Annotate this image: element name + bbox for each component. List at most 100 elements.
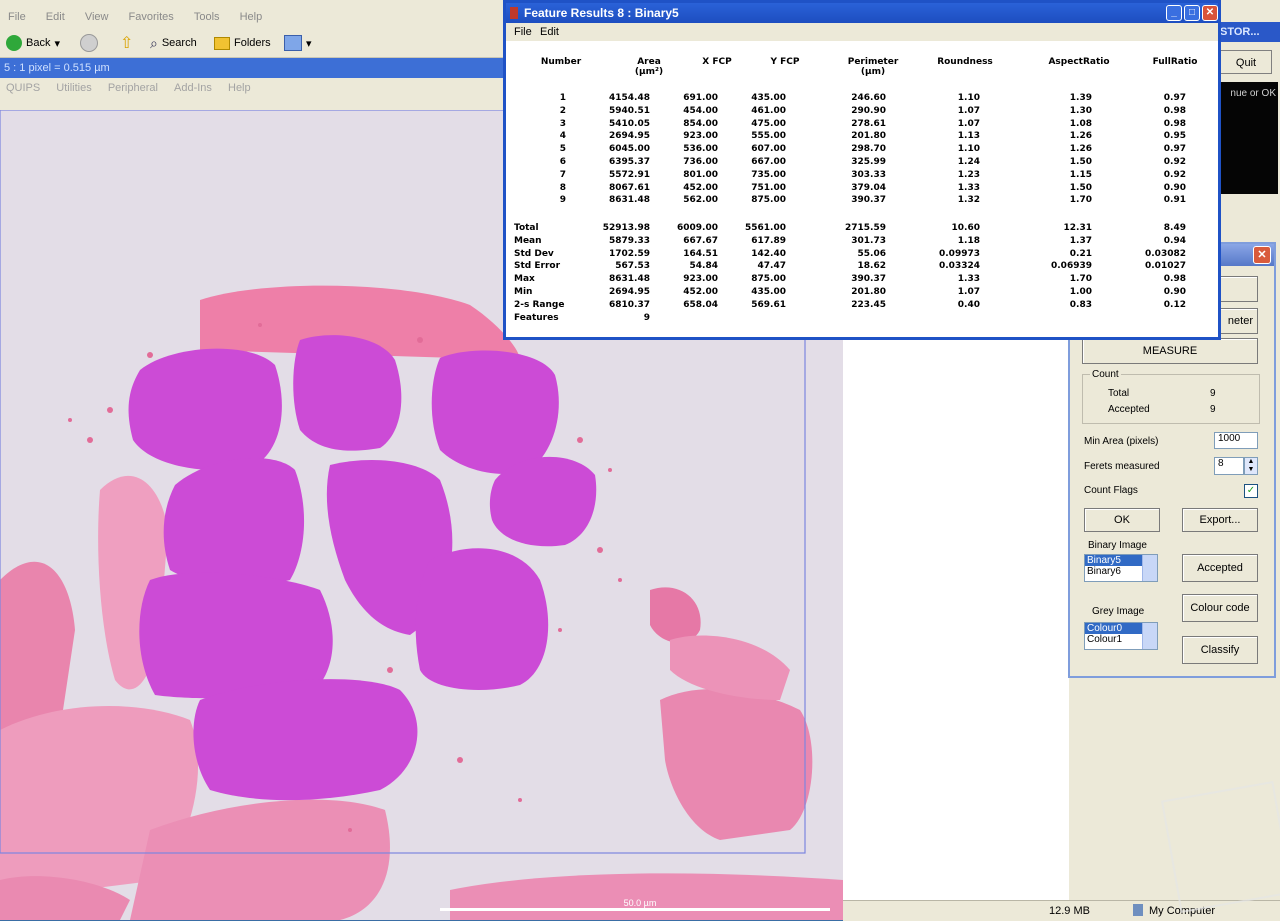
stat-cell: 8631.48 xyxy=(609,274,650,285)
table-cell: 1.26 xyxy=(1069,144,1092,155)
table-cell: 201.80 xyxy=(851,131,886,142)
table-cell: 5940.51 xyxy=(609,105,650,116)
table-cell: 1 xyxy=(559,93,566,103)
table-cell: 1.15 xyxy=(1069,169,1092,180)
grey-image-list[interactable]: Colour0 Colour1 xyxy=(1084,622,1158,650)
menu-tools[interactable]: Tools xyxy=(194,11,220,23)
binary-image-label: Binary Image xyxy=(1088,540,1147,551)
forward-button[interactable] xyxy=(80,33,98,53)
total-label: Total xyxy=(1108,388,1130,399)
results-table: Number Area (µm²) X FCP Y FCP Perimeter (µm) Ro… xyxy=(506,41,1218,337)
menu-edit[interactable]: Edit xyxy=(46,11,65,23)
binary-image-list[interactable]: Binary5 Binary6 xyxy=(1084,554,1158,582)
accepted-label: Accepted xyxy=(1108,404,1150,415)
close-icon[interactable]: ✕ xyxy=(1202,5,1218,21)
chevron-down-icon: ▾ xyxy=(306,37,312,50)
menu-edit[interactable]: Edit xyxy=(540,26,559,38)
column-header-number: Number xyxy=(516,57,606,67)
stat-cell: 569.61 xyxy=(751,299,786,310)
stat-cell: 567.53 xyxy=(615,261,650,272)
accepted-value: 9 xyxy=(1210,404,1216,415)
stat-cell: Features xyxy=(514,312,559,323)
table-cell: 555.00 xyxy=(751,131,786,142)
menu-quips[interactable]: QUIPS xyxy=(6,82,40,94)
stat-cell: 0.90 xyxy=(1163,287,1186,297)
chevron-down-icon: ▾ xyxy=(54,37,60,50)
image-window-title: 5 : 1 pixel = 0.515 µm xyxy=(0,58,510,78)
table-cell: 4 xyxy=(559,131,566,142)
table-cell: 691.00 xyxy=(683,93,718,103)
measure-button[interactable]: MEASURE xyxy=(1082,338,1258,364)
column-header-perimeter: Perimeter (µm) xyxy=(828,57,918,77)
stat-cell: 5561.00 xyxy=(745,223,786,233)
grey-option-0[interactable]: Colour0 xyxy=(1085,623,1145,634)
folders-button[interactable]: Folders xyxy=(214,33,271,53)
stat-cell: 1.37 xyxy=(1069,235,1092,246)
count-flags-label: Count Flags xyxy=(1084,485,1138,496)
views-button[interactable]: ▾ xyxy=(284,33,312,53)
menu-peripheral[interactable]: Peripheral xyxy=(108,82,158,94)
menu-help-app[interactable]: Help xyxy=(228,82,251,94)
stat-cell: 1.18 xyxy=(957,235,980,246)
up-folder-icon: ⇧ xyxy=(120,35,134,52)
table-cell: 854.00 xyxy=(683,118,718,129)
table-cell: 1.50 xyxy=(1069,157,1092,167)
ferets-input[interactable]: 8 xyxy=(1214,457,1244,475)
table-cell: 390.37 xyxy=(851,195,886,206)
stat-cell: Total xyxy=(514,223,539,233)
table-cell: 1.39 xyxy=(1069,93,1092,103)
export-button[interactable]: Export... xyxy=(1182,508,1258,532)
count-flags-checkbox[interactable]: ✓ xyxy=(1244,484,1258,498)
table-cell: 5 xyxy=(559,144,566,155)
menu-file[interactable]: File xyxy=(8,11,26,23)
ferets-stepper[interactable]: ▲ ▼ xyxy=(1244,457,1258,475)
ok-button[interactable]: OK xyxy=(1084,508,1160,532)
scrollbar[interactable] xyxy=(1142,555,1157,581)
back-arrow-icon xyxy=(6,35,22,51)
classify-button[interactable]: Classify xyxy=(1182,636,1258,664)
scrollbar[interactable] xyxy=(1142,623,1157,649)
menu-add-ins[interactable]: Add-Ins xyxy=(174,82,212,94)
table-cell: 735.00 xyxy=(751,169,786,180)
colour-code-button[interactable]: Colour code xyxy=(1182,594,1258,622)
min-area-label: Min Area (pixels) xyxy=(1084,436,1159,447)
menu-utilities[interactable]: Utilities xyxy=(56,82,91,94)
menu-view[interactable]: View xyxy=(85,11,109,23)
table-cell: 0.97 xyxy=(1163,93,1186,103)
table-cell: 379.04 xyxy=(851,182,886,193)
stat-cell: 223.45 xyxy=(851,299,886,310)
table-cell: 435.00 xyxy=(751,93,786,103)
menu-help[interactable]: Help xyxy=(240,11,263,23)
stat-cell: 0.09973 xyxy=(939,248,980,259)
quit-button[interactable]: Quit xyxy=(1220,50,1272,74)
close-icon[interactable]: ✕ xyxy=(1253,246,1271,264)
column-header-aspect: AspectRatio xyxy=(1034,57,1124,67)
feature-results-title: Feature Results 8 : Binary5 xyxy=(524,6,679,20)
maximize-icon[interactable]: □ xyxy=(1184,5,1200,21)
count-group xyxy=(1082,374,1260,424)
min-area-input[interactable]: 1000 xyxy=(1214,432,1258,449)
stat-cell: 5879.33 xyxy=(609,235,650,246)
table-cell: 1.13 xyxy=(957,131,980,142)
column-header-label: FullRatio xyxy=(1152,57,1198,67)
table-cell: 923.00 xyxy=(683,131,718,142)
menu-favorites[interactable]: Favorites xyxy=(129,11,174,23)
table-cell: 278.61 xyxy=(851,118,886,129)
stat-cell: 0.83 xyxy=(1069,299,1092,310)
stat-cell: Std Dev xyxy=(514,248,554,259)
stat-cell: 54.84 xyxy=(689,261,718,272)
menu-file[interactable]: File xyxy=(514,26,532,38)
stat-cell: 0.98 xyxy=(1163,274,1186,285)
top-right-title: STOR... xyxy=(1218,22,1280,42)
search-button[interactable]: ⌕ Search xyxy=(150,33,197,53)
binary-option-0[interactable]: Binary5 xyxy=(1085,555,1145,566)
table-cell: 6 xyxy=(559,157,566,167)
stat-cell: 617.89 xyxy=(751,235,786,246)
table-cell: 0.95 xyxy=(1163,131,1186,142)
stat-cell: 10.60 xyxy=(951,223,980,233)
minimize-icon[interactable]: _ xyxy=(1166,5,1182,21)
stat-cell: Std Error xyxy=(514,261,561,272)
back-button[interactable]: Back ▾ xyxy=(6,33,60,53)
up-folder-button[interactable]: ⇧ xyxy=(120,33,133,53)
accepted-button[interactable]: Accepted xyxy=(1182,554,1258,582)
